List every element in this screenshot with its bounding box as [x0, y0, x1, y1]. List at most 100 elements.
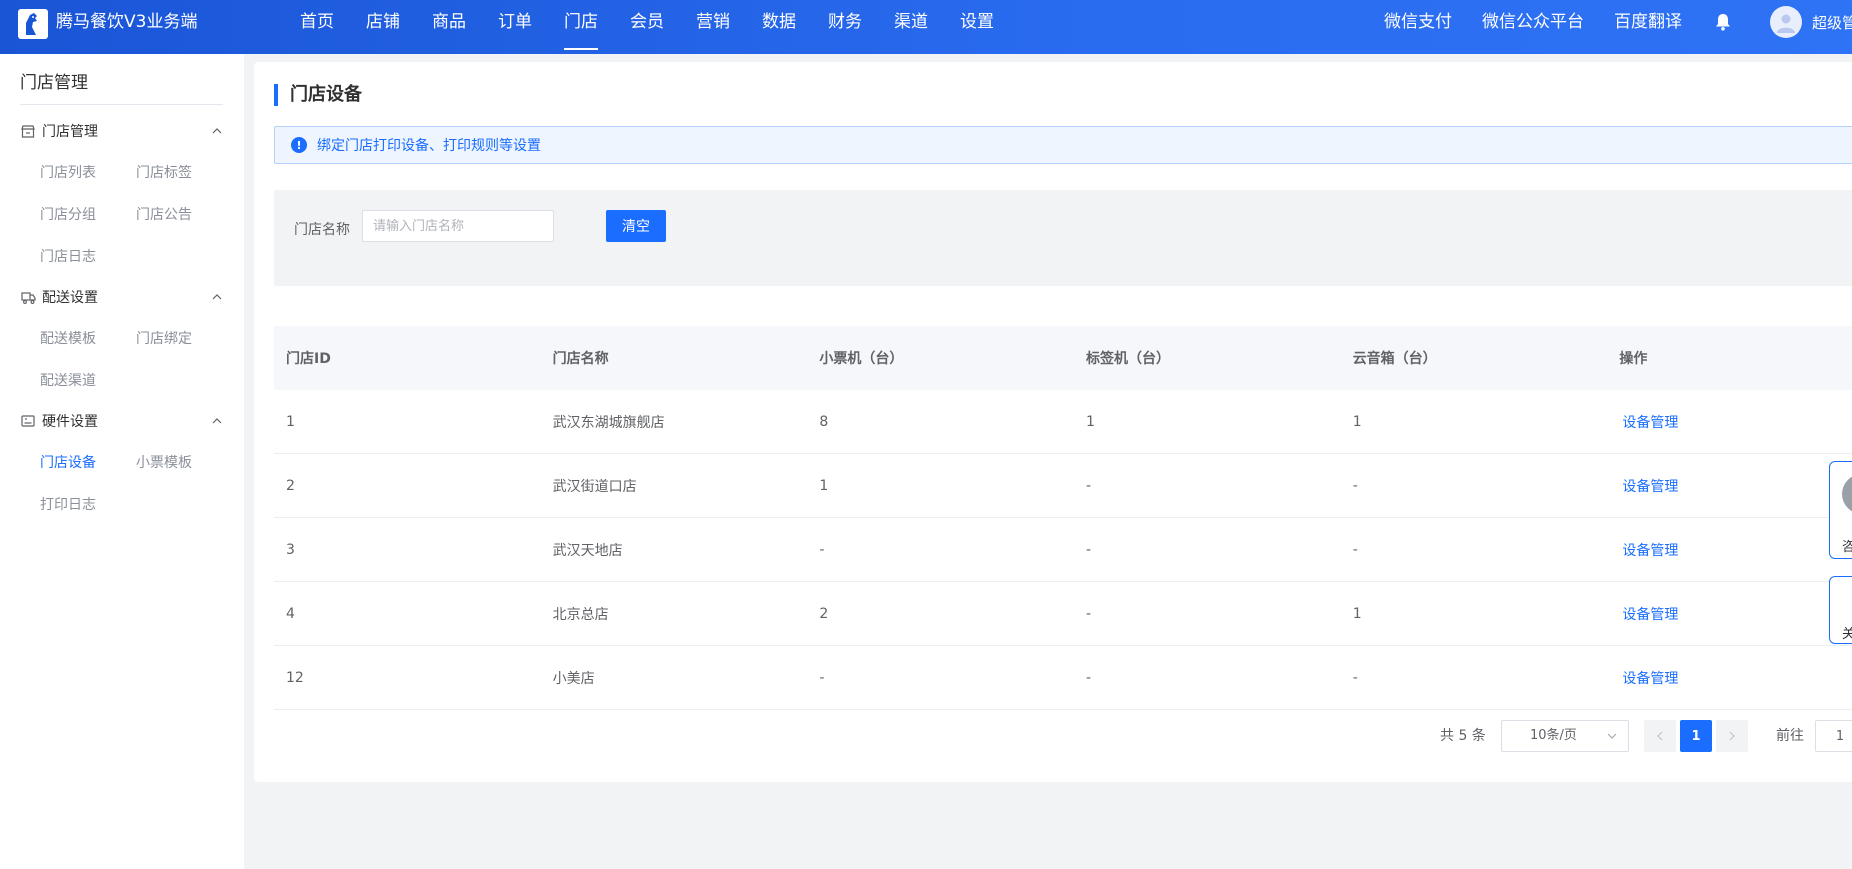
sidebar-item-store-groups[interactable]: 门店分组 — [40, 202, 136, 228]
store-name-label: 门店名称 — [294, 222, 350, 238]
sidebar-group-label: 配送设置 — [42, 290, 98, 306]
sidebar-divider — [20, 104, 223, 105]
cell-label-printers: - — [1086, 541, 1092, 558]
page-size-select[interactable]: 10条/页 — [1501, 720, 1629, 752]
next-page-button[interactable] — [1716, 720, 1748, 752]
sidebar-title: 门店管理 — [20, 73, 88, 93]
device-manage-link[interactable]: 设备管理 — [1619, 607, 1678, 623]
cell-actions: 设备管理 — [1607, 604, 1852, 624]
nav-marketing[interactable]: 营销 — [680, 0, 746, 54]
sidebar-group-label: 门店管理 — [42, 124, 98, 140]
nav-settings[interactable]: 设置 — [944, 0, 1010, 54]
cell-cloud-speakers: - — [1352, 477, 1358, 494]
sidebar-item-store-logs[interactable]: 门店日志 — [40, 244, 136, 270]
table-row: 1 武汉东湖城旗舰店 8 1 1 设备管理 — [274, 390, 1852, 454]
sidebar: 门店管理 门店管理 门店列表 门店标签 门店分组 门店公告 门店日志 配送设置 — [0, 54, 244, 869]
cell-store-name: 小美店 — [552, 670, 595, 687]
device-manage-link[interactable]: 设备管理 — [1619, 543, 1678, 559]
bell-icon[interactable] — [1712, 0, 1734, 44]
user-name[interactable]: 超级管 — [1812, 12, 1852, 33]
sidebar-item-store-devices[interactable]: 门店设备 — [40, 450, 136, 476]
sidebar-item-store-list[interactable]: 门店列表 — [40, 160, 136, 186]
store-name-input[interactable] — [362, 210, 554, 242]
nav-stores[interactable]: 门店 — [548, 0, 614, 54]
col-cloud-speakers: 云音箱（台） — [1352, 351, 1437, 367]
cell-store-id: 2 — [286, 477, 295, 494]
chevron-up-icon[interactable] — [211, 291, 223, 303]
clear-button[interactable]: 清空 — [606, 210, 666, 242]
nav-members[interactable]: 会员 — [614, 0, 680, 54]
col-actions: 操作 — [1619, 351, 1648, 367]
pagination: 共 5 条 10条/页 1 前往 — [254, 720, 1852, 752]
nav-orders[interactable]: 订单 — [482, 0, 548, 54]
cell-receipt-printers: 8 — [819, 413, 829, 430]
cell-store-id: 4 — [286, 605, 295, 622]
sidebar-item-store-binding[interactable]: 门店绑定 — [136, 326, 232, 352]
cell-actions: 设备管理 — [1607, 540, 1852, 560]
sidebar-item-delivery-channels[interactable]: 配送渠道 — [40, 368, 136, 394]
info-icon: ! — [291, 137, 307, 153]
page-title: 门店设备 — [274, 84, 362, 106]
sidebar-group-label: 硬件设置 — [42, 414, 98, 430]
table-row: 12 小美店 - - - 设备管理 — [274, 646, 1852, 710]
sidebar-group-delivery: 配送设置 配送模板 门店绑定 配送渠道 — [20, 284, 223, 394]
goto-page-input[interactable] — [1815, 720, 1852, 752]
follow-widget[interactable]: 关 — [1829, 576, 1852, 644]
sidebar-item-delivery-templates[interactable]: 配送模板 — [40, 326, 136, 352]
follow-widget-text: 关 — [1842, 623, 1852, 642]
chevron-up-icon[interactable] — [211, 415, 223, 427]
sidebar-group-header[interactable]: 门店管理 — [20, 118, 223, 144]
header-right: 微信支付 微信公众平台 百度翻译 超级管 — [1384, 0, 1852, 54]
link-wechat-pay[interactable]: 微信支付 — [1384, 0, 1452, 54]
link-wechat-official[interactable]: 微信公众平台 — [1482, 0, 1584, 54]
table-row: 4 北京总店 2 - 1 设备管理 — [274, 582, 1852, 646]
nav-data[interactable]: 数据 — [746, 0, 812, 54]
avatar[interactable] — [1770, 6, 1802, 38]
nav-home[interactable]: 首页 — [284, 0, 350, 54]
cell-label-printers: 1 — [1086, 413, 1095, 430]
cell-store-id: 12 — [286, 669, 304, 686]
device-manage-link[interactable]: 设备管理 — [1619, 479, 1678, 495]
nav-finance[interactable]: 财务 — [812, 0, 878, 54]
info-alert: ! 绑定门店打印设备、打印规则等设置 — [274, 126, 1852, 164]
sidebar-group-store-manage: 门店管理 门店列表 门店标签 门店分组 门店公告 门店日志 — [20, 118, 223, 270]
consult-widget[interactable]: 咨 — [1829, 461, 1852, 559]
sidebar-item-store-notices[interactable]: 门店公告 — [136, 202, 232, 228]
chevron-down-icon — [1607, 733, 1617, 739]
horse-logo-icon[interactable] — [18, 9, 48, 39]
prev-page-button[interactable] — [1644, 720, 1676, 752]
device-manage-link[interactable]: 设备管理 — [1619, 671, 1678, 687]
nav-goods[interactable]: 商品 — [416, 0, 482, 54]
page-number-button[interactable]: 1 — [1680, 720, 1712, 752]
delivery-icon — [20, 289, 36, 305]
filter-panel: 门店名称 清空 — [274, 190, 1852, 286]
cell-label-printers: - — [1086, 605, 1092, 622]
table-row: 2 武汉街道口店 1 - - 设备管理 — [274, 454, 1852, 518]
devices-table: 门店ID 门店名称 小票机（台） 标签机（台） 云音箱（台） 操作 1 武汉东湖… — [274, 326, 1852, 710]
sidebar-group-header[interactable]: 硬件设置 — [20, 408, 223, 434]
cell-actions: 设备管理 — [1607, 476, 1852, 496]
top-header: 腾马餐饮V3业务端 首页 店铺 商品 订单 门店 会员 营销 数据 财务 渠道 … — [0, 0, 1852, 54]
sidebar-item-receipt-templates[interactable]: 小票模板 — [136, 450, 232, 476]
cell-cloud-speakers: - — [1352, 669, 1358, 686]
sidebar-item-print-logs[interactable]: 打印日志 — [40, 492, 136, 518]
total-count: 共 5 条 — [1440, 728, 1486, 744]
sidebar-item-store-tags[interactable]: 门店标签 — [136, 160, 232, 186]
nav-shop[interactable]: 店铺 — [350, 0, 416, 54]
col-store-id: 门店ID — [286, 351, 331, 367]
cell-label-printers: - — [1086, 669, 1092, 686]
cell-receipt-printers: - — [819, 669, 825, 686]
app-title[interactable]: 腾马餐饮V3业务端 — [56, 0, 197, 44]
cell-store-name: 武汉街道口店 — [552, 478, 637, 495]
col-receipt-printers: 小票机（台） — [819, 351, 904, 367]
sidebar-group-header[interactable]: 配送设置 — [20, 284, 223, 310]
cell-store-id: 3 — [286, 541, 295, 558]
chevron-up-icon[interactable] — [211, 125, 223, 137]
link-baidu-translate[interactable]: 百度翻译 — [1614, 0, 1682, 54]
cell-actions: 设备管理 — [1607, 668, 1852, 688]
cell-store-name: 北京总店 — [552, 606, 609, 623]
device-manage-link[interactable]: 设备管理 — [1619, 415, 1678, 431]
user-menu[interactable]: 超级管 — [1770, 0, 1852, 44]
nav-channels[interactable]: 渠道 — [878, 0, 944, 54]
agent-avatar — [1842, 474, 1852, 514]
